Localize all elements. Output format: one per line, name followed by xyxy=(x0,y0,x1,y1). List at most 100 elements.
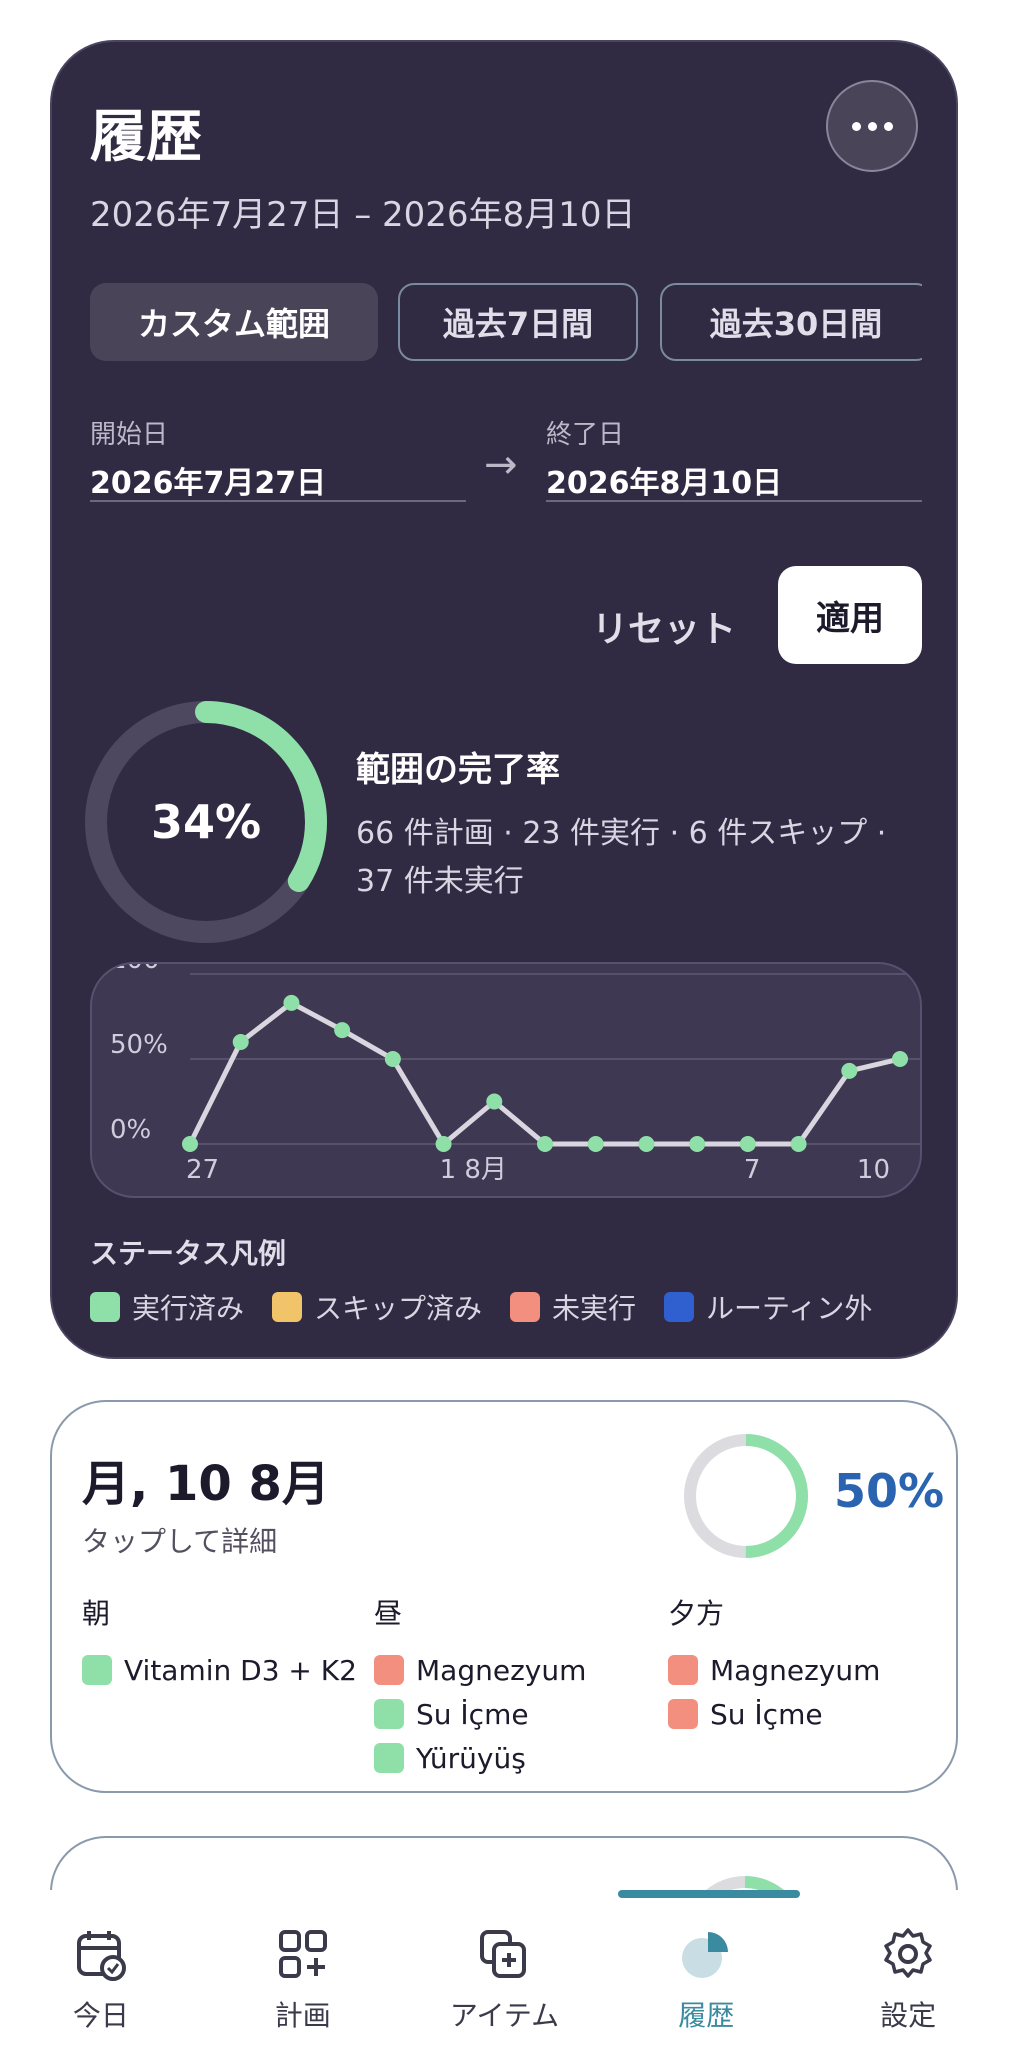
more-options-button[interactable] xyxy=(826,80,918,172)
status-swatch xyxy=(82,1655,112,1685)
day-progress-ring xyxy=(684,1434,808,1558)
chart-data-point xyxy=(182,1136,198,1152)
chart-y-tick-label: 0% xyxy=(110,1115,151,1145)
task-item: Magnezyum xyxy=(668,1648,958,1692)
legend-item-missed: 未実行 xyxy=(510,1287,636,1327)
chart-x-tick-label: 27 xyxy=(186,1155,219,1185)
status-swatch xyxy=(668,1655,698,1685)
task-item: Yürüyüş xyxy=(374,1736,664,1780)
chart-data-point xyxy=(537,1136,553,1152)
status-swatch xyxy=(374,1699,404,1729)
pie-chart-icon xyxy=(682,1932,729,1978)
chart-data-point xyxy=(486,1093,503,1110)
legend-swatch xyxy=(272,1292,303,1322)
chart-data-point xyxy=(892,1051,908,1067)
chart-data-point xyxy=(689,1136,706,1152)
day-summary-card[interactable]: 月, 10 8月 タップして詳細 50% 朝 Vitamin D3 + K2 昼… xyxy=(50,1400,958,1793)
legend-label: スキップ済み xyxy=(314,1292,483,1325)
copy-plus-icon xyxy=(480,1930,527,1978)
nav-history[interactable]: 履歴 xyxy=(605,1890,807,2048)
task-item: Su İçme xyxy=(374,1692,664,1736)
chart-data-point xyxy=(334,1022,351,1039)
tab-custom-range[interactable]: カスタム範囲 xyxy=(90,283,378,361)
chart-y-tick-label: 50% xyxy=(110,1030,168,1060)
chart-data-point xyxy=(790,1136,807,1152)
completion-percent: 34% xyxy=(150,795,262,849)
noon-column: 昼 Magnezyum Su İçme Yürüyüş xyxy=(374,1592,664,1780)
line-chart-svg: 100 50% 0% 27 1 8月 7 10 xyxy=(110,964,920,1185)
task-item: Su İçme xyxy=(668,1692,958,1736)
end-date-field[interactable]: 終了日 2026年8月10日 xyxy=(546,414,922,502)
task-label: Magnezyum xyxy=(710,1653,881,1687)
start-date-label: 開始日 xyxy=(90,420,169,450)
chart-data-point xyxy=(739,1136,756,1152)
tab-last-7-days[interactable]: 過去7日間 xyxy=(398,283,638,361)
daily-completion-chart: 100 50% 0% 27 1 8月 7 10 xyxy=(90,962,922,1198)
legend-item-off-routine: ルーティン外 xyxy=(664,1287,872,1327)
nav-items[interactable]: アイテム xyxy=(404,1890,606,2048)
chart-data-point xyxy=(232,1034,249,1050)
legend-label: 実行済み xyxy=(132,1292,245,1325)
dot-icon xyxy=(883,121,893,131)
dot-icon xyxy=(867,121,877,131)
task-item: Vitamin D3 + K2 xyxy=(82,1648,372,1692)
column-heading: 朝 xyxy=(82,1597,111,1630)
gear-icon xyxy=(884,1928,932,1978)
range-tabs: カスタム範囲 過去7日間 過去30日間 xyxy=(90,283,922,363)
column-heading: 夕方 xyxy=(668,1597,725,1630)
chart-series-line xyxy=(187,1000,901,1147)
chart-data-point xyxy=(283,994,300,1011)
nav-label: 履歴 xyxy=(678,1999,735,2032)
active-tab-indicator xyxy=(618,1890,800,1898)
task-label: Su İçme xyxy=(710,1697,823,1731)
nav-label: アイテム xyxy=(449,1999,560,2032)
legend-label: ルーティン外 xyxy=(706,1292,873,1325)
start-date-field[interactable]: 開始日 2026年7月27日 xyxy=(90,414,466,502)
start-date-value: 2026年7月27日 xyxy=(90,466,327,501)
column-heading: 昼 xyxy=(374,1597,403,1630)
nav-today[interactable]: 今日 xyxy=(0,1890,202,2048)
legend-swatch xyxy=(664,1292,695,1322)
task-label: Vitamin D3 + K2 xyxy=(124,1653,357,1687)
history-card: 履歴 2026年7月27日 – 2026年8月10日 カスタム範囲 過去7日間 … xyxy=(50,40,958,1359)
nav-label: 設定 xyxy=(880,1999,937,2032)
legend-swatch xyxy=(90,1292,120,1322)
chart-x-tick-label: 10 xyxy=(857,1155,890,1185)
chart-data-point xyxy=(384,1051,401,1067)
chart-x-tick-label: 1 8月 xyxy=(440,1155,507,1185)
chart-data-point xyxy=(841,1062,858,1079)
status-swatch xyxy=(374,1655,404,1685)
chart-data-point xyxy=(638,1136,655,1152)
task-label: Su İçme xyxy=(416,1697,529,1731)
completion-detail: 66 件計画 · 23 件実行 · 6 件スキップ · 37 件未実行 xyxy=(356,816,887,899)
morning-column: 朝 Vitamin D3 + K2 xyxy=(82,1592,372,1692)
page-title: 履歴 xyxy=(90,105,202,170)
nav-settings[interactable]: 設定 xyxy=(807,1890,1009,2048)
day-title: 月, 10 8月 xyxy=(82,1456,330,1512)
tab-last-30-days[interactable]: 過去30日間 xyxy=(660,283,922,361)
status-legend: 実行済み スキップ済み 未実行 ルーティン外 xyxy=(90,1287,872,1327)
chart-x-tick-label: 7 xyxy=(744,1155,761,1185)
task-label: Yürüyüş xyxy=(416,1741,526,1775)
chart-data-point xyxy=(435,1136,452,1152)
legend-item-skipped: スキップ済み xyxy=(272,1287,482,1327)
nav-label: 今日 xyxy=(72,1999,129,2032)
nav-plan[interactable]: 計画 xyxy=(202,1890,404,2048)
completion-title: 範囲の完了率 xyxy=(356,750,560,790)
arrow-right-icon: → xyxy=(484,442,518,488)
dot-icon xyxy=(851,121,861,131)
grid-plus-icon xyxy=(278,1930,327,1978)
legend-swatch xyxy=(510,1292,541,1322)
reset-button[interactable]: リセット xyxy=(592,600,736,652)
status-swatch xyxy=(374,1743,404,1773)
end-date-label: 終了日 xyxy=(546,420,625,450)
apply-button[interactable]: 適用 xyxy=(778,566,922,664)
legend-label: 未実行 xyxy=(552,1292,637,1325)
legend-item-done: 実行済み xyxy=(90,1287,244,1327)
chart-data-point xyxy=(587,1136,604,1152)
task-item: Magnezyum xyxy=(374,1648,664,1692)
end-date-value: 2026年8月10日 xyxy=(546,466,783,501)
date-range-label: 2026年7月27日 – 2026年8月10日 xyxy=(90,195,636,235)
day-percent: 50% xyxy=(834,1464,945,1518)
status-swatch xyxy=(668,1699,698,1729)
